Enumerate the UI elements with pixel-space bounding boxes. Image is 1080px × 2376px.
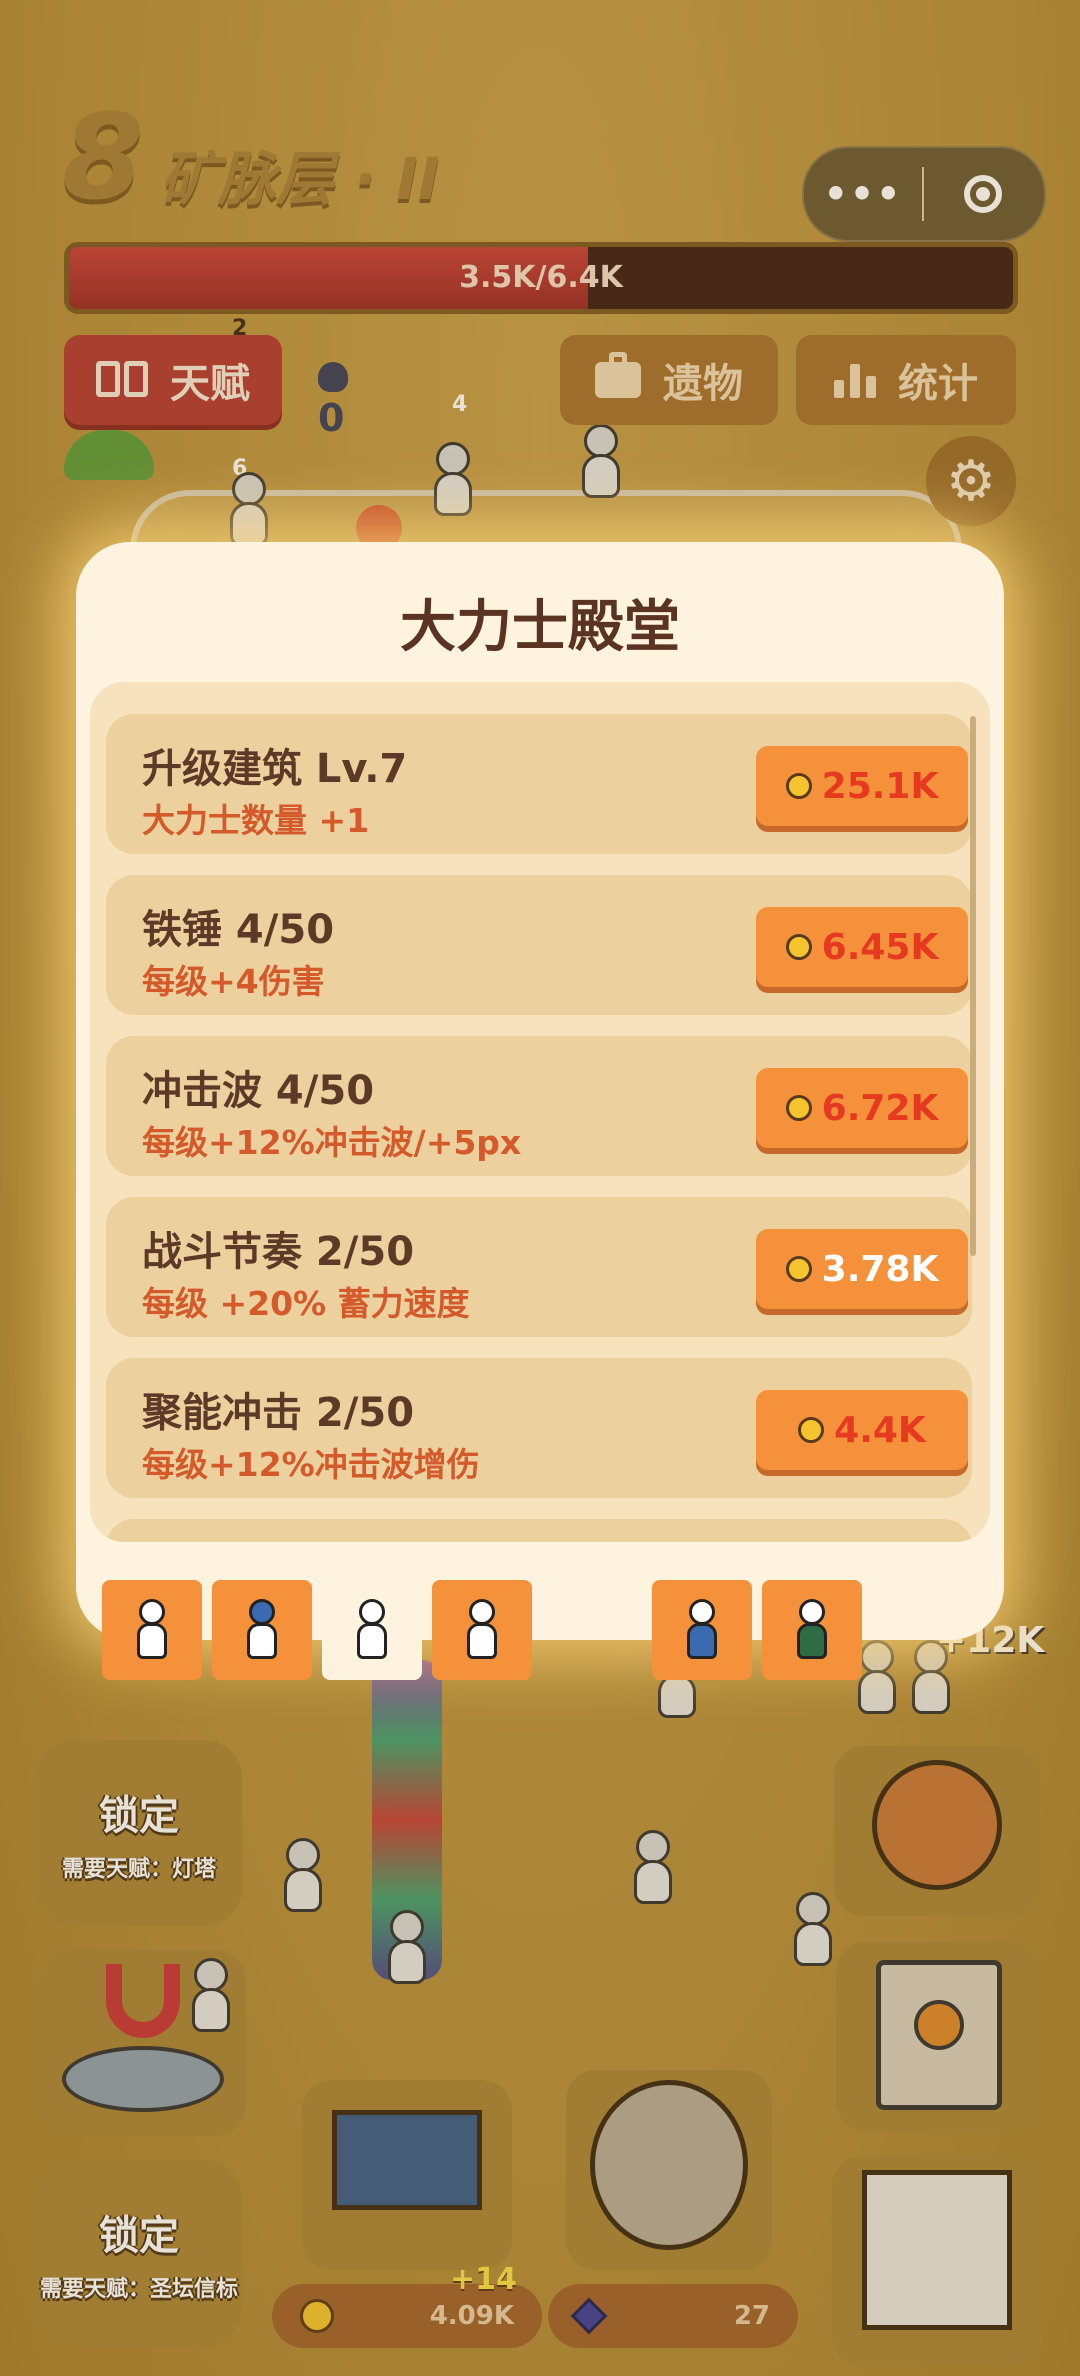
upgrade-buy-button[interactable]: 6.45K [756, 907, 968, 987]
coin-icon [798, 1417, 825, 1443]
tab-miner-worker[interactable] [432, 1580, 532, 1680]
upgrade-desc: 每级 +20% 蓄力速度 [142, 1284, 470, 1323]
miner-icon [464, 1599, 500, 1661]
tab-scholar-worker[interactable] [652, 1580, 752, 1680]
upgrade-buy-button[interactable]: 3.78K [756, 1229, 968, 1309]
tab-basic-worker[interactable] [102, 1580, 202, 1680]
tab-strongman[interactable] [322, 1580, 422, 1680]
tab-carrier-worker[interactable] [212, 1580, 312, 1680]
coin-icon [785, 1095, 812, 1121]
list-scrollbar[interactable] [970, 716, 976, 1256]
upgrade-desc: 大力士数量 +1 [142, 801, 370, 840]
worker-icon [134, 1599, 170, 1661]
upgrade-name: 聚能冲击 2/50 [142, 1390, 415, 1436]
scholar-icon [684, 1599, 720, 1661]
upgrade-buy-button[interactable]: 6.72K [756, 1068, 968, 1148]
coin-icon [785, 934, 812, 960]
upgrade-name: 冲击波 4/50 [142, 1068, 375, 1114]
strongman-hall-modal: 大力士殿堂 升级建筑 Lv.7 大力士数量 +1 25.1K 铁锤 4/50 每… [76, 542, 1004, 1640]
tab-explorer-worker[interactable] [762, 1580, 862, 1680]
upgrade-cost: 4.4K [834, 1409, 926, 1451]
upgrade-row: 铁锤 4/50 每级+4伤害 6.45K [106, 875, 972, 1015]
upgrade-name: 升级建筑 Lv.7 [142, 746, 408, 792]
upgrade-cost: 6.72K [821, 1087, 939, 1129]
upgrade-cost: 6.45K [821, 926, 939, 968]
upgrade-name: 战斗节奏 2/50 [142, 1229, 415, 1275]
upgrade-desc: 每级+12%冲击波/+5px [142, 1123, 522, 1162]
modal-title: 大力士殿堂 [400, 595, 680, 660]
explorer-icon [794, 1599, 830, 1661]
upgrade-desc: 每级+4伤害 [142, 962, 325, 1001]
upgrade-buy-button[interactable]: 4.4K [756, 1390, 968, 1470]
strongman-icon [354, 1599, 390, 1661]
upgrade-list[interactable]: 升级建筑 Lv.7 大力士数量 +1 25.1K 铁锤 4/50 每级+4伤害 … [90, 682, 990, 1542]
upgrade-row: 升级建筑 Lv.7 大力士数量 +1 25.1K [106, 714, 972, 854]
coin-icon [785, 773, 812, 799]
upgrade-row: 冲击波 4/50 每级+12%冲击波/+5px 6.72K [106, 1036, 972, 1176]
worker-type-tabs [102, 1580, 862, 1680]
upgrade-buy-button[interactable]: 25.1K [756, 746, 968, 826]
upgrade-cost: 3.78K [821, 1248, 939, 1290]
carrier-icon [244, 1599, 280, 1661]
upgrade-row: 聚能冲击 2/50 每级+12%冲击波增伤 4.4K [106, 1358, 972, 1498]
upgrade-row: 战斗节奏 2/50 每级 +20% 蓄力速度 3.78K [106, 1197, 972, 1337]
upgrade-name: 铁锤 4/50 [142, 907, 335, 953]
upgrade-cost: 25.1K [821, 765, 939, 807]
coin-icon [785, 1256, 812, 1282]
upgrade-desc: 每级+12%冲击波增伤 [142, 1445, 480, 1484]
upgrade-row-partial [106, 1519, 972, 1542]
